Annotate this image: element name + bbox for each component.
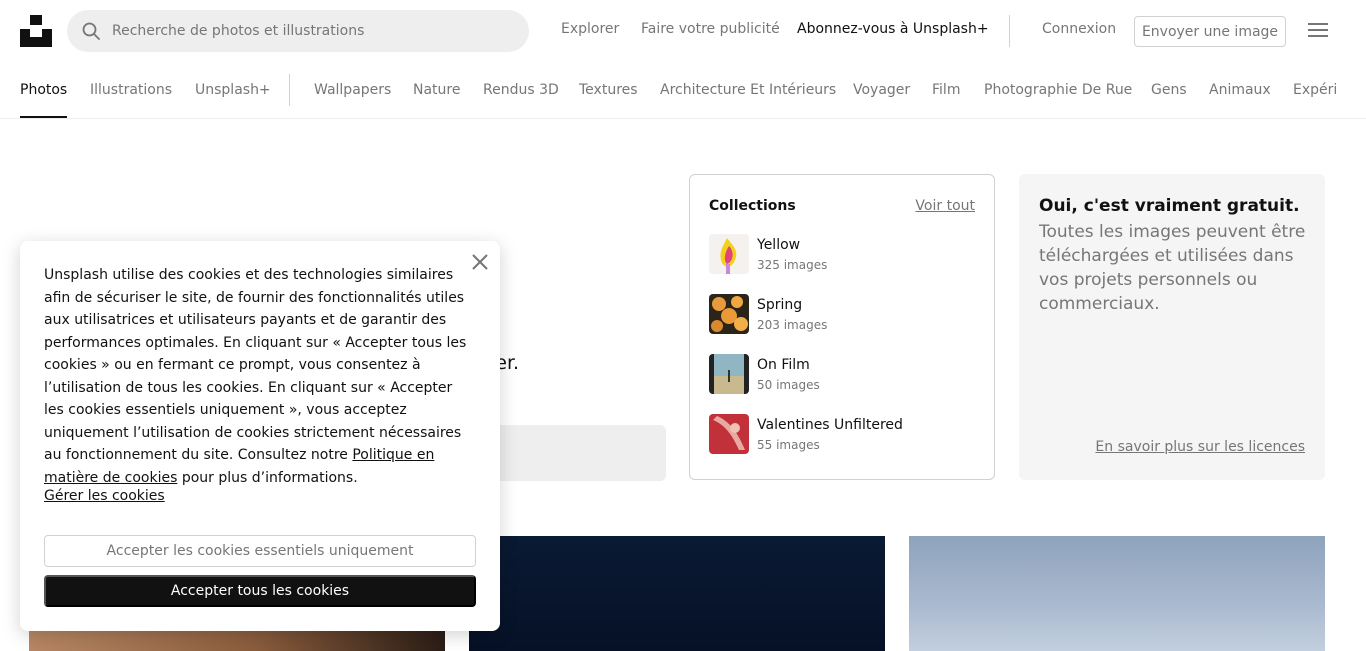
collection-thumbnail (709, 294, 749, 334)
category-textures[interactable]: Textures (579, 82, 638, 98)
collection-count: 203 images (757, 318, 828, 332)
cookie-message-tail: pour plus d’informations. (181, 469, 358, 486)
cookie-message-text: Unsplash utilise des cookies et des tech… (44, 267, 467, 463)
collection-item-valentines[interactable]: Valentines Unfiltered 55 images (709, 414, 979, 454)
collection-count: 55 images (757, 438, 820, 452)
license-title: Oui, c'est vraiment gratuit. (1039, 196, 1300, 216)
collection-name: Spring (757, 297, 803, 313)
nav-explore[interactable]: Explorer (561, 21, 619, 37)
tab-unsplash-plus[interactable]: Unsplash+ (195, 82, 271, 98)
collections-card: Collections Voir tout Yellow 325 images … (689, 174, 995, 480)
category-bar: Photos Illustrations Unsplash+ Wallpaper… (0, 62, 1366, 119)
submit-image-button[interactable]: Envoyer une image (1134, 16, 1286, 47)
license-card: Oui, c'est vraiment gratuit. Toutes les … (1019, 174, 1325, 480)
search-icon[interactable] (82, 22, 100, 40)
collection-item-yellow[interactable]: Yellow 325 images (709, 234, 979, 274)
collection-name: Yellow (757, 237, 801, 253)
top-header: Explorer Faire votre publicité Abonnez-v… (0, 0, 1366, 62)
category-architecture[interactable]: Architecture Et Intérieurs (660, 82, 836, 98)
manage-cookies-link[interactable]: Gérer les cookies (44, 488, 165, 504)
collection-thumbnail (709, 354, 749, 394)
hamburger-menu-icon[interactable] (1308, 23, 1328, 39)
nav-login[interactable]: Connexion (1042, 21, 1116, 37)
category-people[interactable]: Gens (1151, 82, 1187, 98)
category-experimental[interactable]: Expéri (1293, 82, 1337, 98)
header-divider (1009, 15, 1010, 47)
photo-tile[interactable] (469, 536, 885, 651)
nav-advertise[interactable]: Faire votre publicité (641, 21, 780, 37)
category-animals[interactable]: Animaux (1209, 82, 1271, 98)
accept-all-cookies-button[interactable]: Accepter tous les cookies (44, 575, 476, 607)
collections-title: Collections (709, 198, 796, 214)
collection-name: On Film (757, 357, 810, 373)
search-input[interactable] (112, 23, 492, 39)
cookie-message: Unsplash utilise des cookies et des tech… (44, 264, 476, 489)
collection-count: 325 images (757, 258, 828, 272)
accept-essential-cookies-button[interactable]: Accepter les cookies essentiels uniqueme… (44, 535, 476, 567)
category-3d-renders[interactable]: Rendus 3D (483, 82, 559, 98)
collection-thumbnail (709, 414, 749, 454)
collection-name: Valentines Unfiltered (757, 417, 903, 433)
category-travel[interactable]: Voyager (853, 82, 910, 98)
nav-subscribe-plus[interactable]: Abonnez-vous à Unsplash+ (797, 21, 989, 37)
license-learn-more-link[interactable]: En savoir plus sur les licences (1095, 439, 1305, 455)
see-all-link[interactable]: Voir tout (915, 198, 975, 214)
collection-item-spring[interactable]: Spring 203 images (709, 294, 979, 334)
collection-thumbnail (709, 234, 749, 274)
photo-tile[interactable] (909, 536, 1325, 651)
category-nature[interactable]: Nature (413, 82, 460, 98)
tab-photos[interactable]: Photos (20, 82, 67, 98)
collection-item-on-film[interactable]: On Film 50 images (709, 354, 979, 394)
category-street-photography[interactable]: Photographie De Rue (984, 82, 1132, 98)
license-description: Toutes les images peuvent être télécharg… (1039, 222, 1306, 314)
search-bar[interactable] (67, 10, 529, 52)
active-tab-indicator (20, 116, 67, 118)
category-divider (289, 74, 290, 106)
cookie-consent-dialog: Unsplash utilise des cookies et des tech… (20, 241, 500, 631)
tab-illustrations[interactable]: Illustrations (90, 82, 172, 98)
collection-count: 50 images (757, 378, 820, 392)
category-film[interactable]: Film (932, 82, 960, 98)
category-wallpapers[interactable]: Wallpapers (314, 82, 391, 98)
unsplash-logo[interactable] (20, 15, 52, 47)
